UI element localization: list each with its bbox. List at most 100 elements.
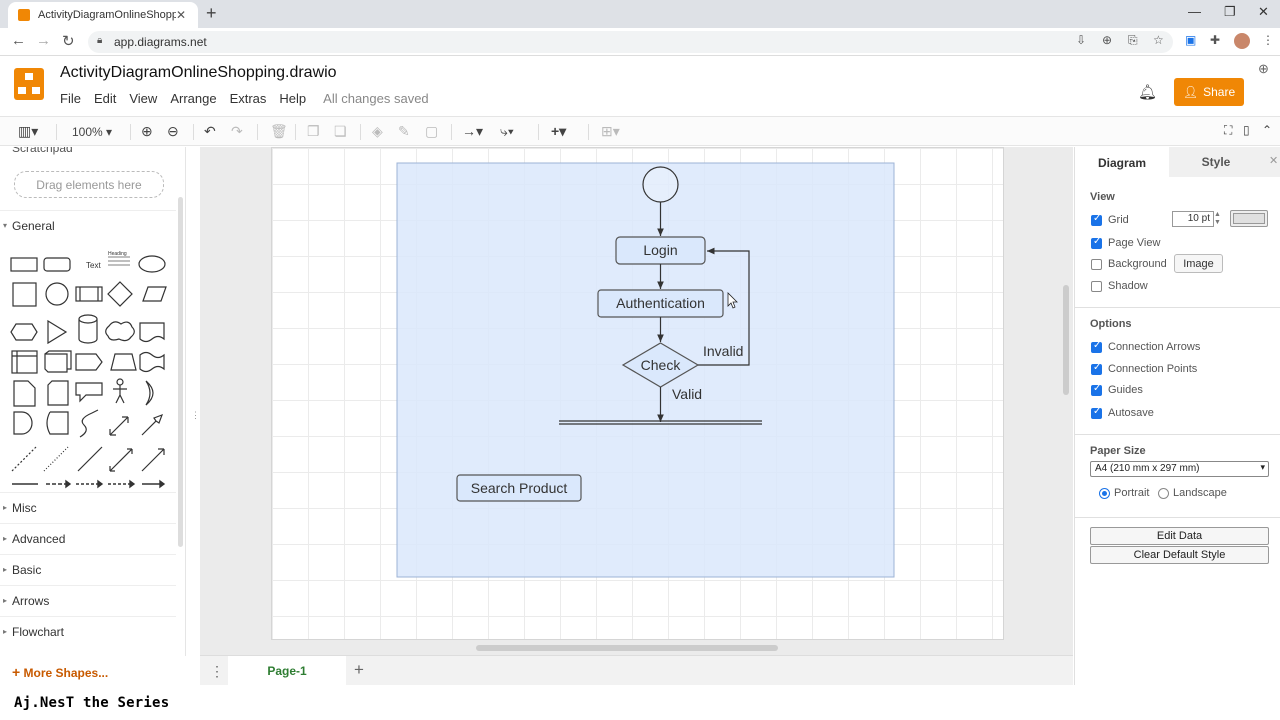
tab-page-1[interactable]: Page-1 bbox=[228, 656, 346, 686]
notification-bell-icon[interactable]: 🔔︎ bbox=[1138, 83, 1157, 101]
minimize-button[interactable]: — bbox=[1188, 4, 1201, 19]
background-checkbox[interactable]: Background bbox=[1091, 258, 1167, 270]
guides-checkbox[interactable]: Guides bbox=[1091, 383, 1143, 396]
line-color-icon[interactable]: ✎ bbox=[398, 123, 410, 140]
profile-avatar[interactable] bbox=[1234, 33, 1250, 49]
page-view-checkbox-box[interactable] bbox=[1091, 236, 1102, 249]
section-flowchart[interactable]: Flowchart bbox=[0, 616, 176, 647]
canvas-horizontal-scrollbar[interactable] bbox=[476, 645, 778, 651]
connection-arrows-checkbox[interactable]: Connection Arrows bbox=[1091, 340, 1200, 353]
reload-icon[interactable]: ↻ bbox=[62, 32, 75, 50]
zoom-select[interactable]: 100% ▾ bbox=[72, 125, 112, 139]
to-back-icon[interactable]: ❏ bbox=[334, 123, 347, 140]
landscape-radio-circle[interactable] bbox=[1158, 487, 1169, 499]
grid-checkbox[interactable]: Grid bbox=[1091, 213, 1129, 226]
section-basic[interactable]: Basic bbox=[0, 554, 176, 585]
menu-help[interactable]: Help bbox=[279, 91, 306, 106]
menu-arrange[interactable]: Arrange bbox=[170, 91, 216, 106]
page-view-checkbox[interactable]: Page View bbox=[1091, 236, 1160, 249]
paper-size-select[interactable]: A4 (210 mm x 297 mm) ▾ bbox=[1090, 461, 1269, 477]
undo-icon[interactable]: ↶ bbox=[204, 123, 216, 140]
general-shapes-palette[interactable]: Text Heading bbox=[6, 249, 172, 489]
pages-menu-icon[interactable]: ⋮ bbox=[210, 663, 224, 680]
portrait-radio[interactable]: Portrait bbox=[1099, 487, 1149, 499]
background-image-button[interactable]: Image bbox=[1174, 254, 1223, 273]
panel-resize-handle[interactable]: ⋮ bbox=[191, 410, 200, 421]
grid-checkbox-box[interactable] bbox=[1091, 213, 1102, 226]
activity-diagram[interactable]: Login Authentication Check Invalid Valid… bbox=[200, 147, 1073, 655]
connection-points-box[interactable] bbox=[1091, 362, 1102, 375]
section-general[interactable]: General bbox=[0, 210, 176, 241]
autosave-box[interactable] bbox=[1091, 406, 1102, 419]
clear-default-style-button[interactable]: Clear Default Style bbox=[1090, 546, 1269, 564]
shapes-scrollbar[interactable] bbox=[178, 197, 183, 547]
install-icon[interactable]: ⇩ bbox=[1076, 33, 1086, 47]
autosave-checkbox[interactable]: Autosave bbox=[1091, 406, 1154, 419]
new-tab-button[interactable]: + bbox=[206, 3, 217, 24]
browser-tab[interactable]: ActivityDiagramOnlineShopping ✕ bbox=[8, 2, 198, 28]
menu-edit[interactable]: Edit bbox=[94, 91, 116, 106]
tab-diagram[interactable]: Diagram bbox=[1075, 147, 1169, 178]
parallelogram-shape bbox=[142, 286, 167, 302]
toggle-format-icon[interactable]: ▯ bbox=[1243, 123, 1250, 137]
grid-size-stepper[interactable]: ▲ ▼ bbox=[1214, 211, 1221, 227]
background-checkbox-box[interactable] bbox=[1091, 258, 1102, 270]
connection-points-checkbox[interactable]: Connection Points bbox=[1091, 362, 1197, 375]
scratchpad-dropzone[interactable]: Drag elements here bbox=[14, 171, 164, 198]
connection-arrows-box[interactable] bbox=[1091, 340, 1102, 353]
connection-style-icon[interactable]: →▾ bbox=[462, 123, 483, 140]
close-panel-icon[interactable]: ✕ bbox=[1269, 154, 1278, 167]
add-page-button[interactable]: + bbox=[354, 660, 364, 680]
landscape-radio[interactable]: Landscape bbox=[1158, 487, 1227, 499]
diagram-canvas[interactable]: Login Authentication Check Invalid Valid… bbox=[200, 147, 1073, 655]
grid-checkbox-label: Grid bbox=[1108, 214, 1129, 226]
collapse-icon[interactable]: ⌃ bbox=[1262, 123, 1272, 137]
menu-extras[interactable]: Extras bbox=[230, 91, 267, 106]
zoom-in-icon[interactable]: ⊕ bbox=[141, 123, 153, 140]
tab-style[interactable]: Style bbox=[1169, 147, 1263, 177]
more-shapes-button[interactable]: + More Shapes... bbox=[12, 664, 108, 680]
grid-size-input[interactable]: 10 pt bbox=[1172, 211, 1214, 227]
bookmark-star-icon[interactable]: ☆ bbox=[1153, 33, 1164, 47]
forward-icon[interactable]: → bbox=[36, 32, 51, 49]
delete-icon[interactable]: 🗑︎ bbox=[270, 123, 288, 140]
to-front-icon[interactable]: ❐ bbox=[307, 123, 320, 140]
section-advanced[interactable]: Advanced bbox=[0, 523, 176, 554]
back-icon[interactable]: ← bbox=[11, 32, 26, 49]
redo-icon[interactable]: ↷ bbox=[231, 123, 243, 140]
url-field[interactable]: 🔒︎ app.diagrams.net bbox=[88, 31, 1173, 53]
initial-node[interactable] bbox=[642, 166, 679, 203]
window-close-button[interactable]: ✕ bbox=[1258, 4, 1269, 20]
menu-file[interactable]: File bbox=[60, 91, 81, 106]
extensions-icon[interactable]: ✚ bbox=[1210, 33, 1220, 47]
grid-color-button[interactable] bbox=[1230, 210, 1268, 227]
section-arrows[interactable]: Arrows bbox=[0, 585, 176, 616]
zoom-out-icon[interactable]: ⊖ bbox=[167, 123, 179, 140]
waypoints-icon[interactable]: ⤷▾ bbox=[500, 123, 514, 140]
shadow-icon[interactable]: ▢ bbox=[425, 123, 438, 140]
menu-view[interactable]: View bbox=[129, 91, 157, 106]
format-panel-toggle-icon[interactable]: ▥▾ bbox=[18, 123, 38, 140]
language-globe-icon[interactable]: ⊕ bbox=[1258, 61, 1269, 77]
portrait-radio-circle[interactable] bbox=[1099, 487, 1110, 499]
table-icon[interactable]: ⊞▾ bbox=[601, 123, 620, 140]
zoom-icon[interactable]: ⊕ bbox=[1102, 33, 1112, 47]
guides-box[interactable] bbox=[1091, 383, 1102, 396]
document-title[interactable]: ActivityDiagramOnlineShopping.drawio bbox=[60, 64, 337, 82]
fullscreen-icon[interactable]: ⛶ bbox=[1224, 123, 1232, 138]
translate-icon[interactable]: ▣ bbox=[1185, 33, 1196, 47]
insert-icon[interactable]: +▾ bbox=[551, 123, 566, 140]
browser-menu-icon[interactable]: ⋮ bbox=[1262, 33, 1274, 47]
share-page-icon[interactable]: ⎘ bbox=[1128, 33, 1138, 48]
canvas-vertical-scrollbar[interactable] bbox=[1063, 285, 1069, 395]
restore-button[interactable]: ❐ bbox=[1224, 4, 1236, 20]
scratchpad-heading[interactable]: Scratchpad bbox=[12, 147, 73, 155]
tab-close-icon[interactable]: ✕ bbox=[176, 8, 190, 22]
shadow-checkbox[interactable]: Shadow bbox=[1091, 280, 1148, 292]
section-misc[interactable]: Misc bbox=[0, 492, 176, 523]
lock-icon: 🔒︎ bbox=[97, 35, 103, 46]
fill-color-icon[interactable]: ◈ bbox=[372, 123, 383, 140]
share-button[interactable]: 👤︎ Share bbox=[1174, 78, 1244, 106]
edit-data-button[interactable]: Edit Data bbox=[1090, 527, 1269, 545]
shadow-checkbox-box[interactable] bbox=[1091, 280, 1102, 292]
